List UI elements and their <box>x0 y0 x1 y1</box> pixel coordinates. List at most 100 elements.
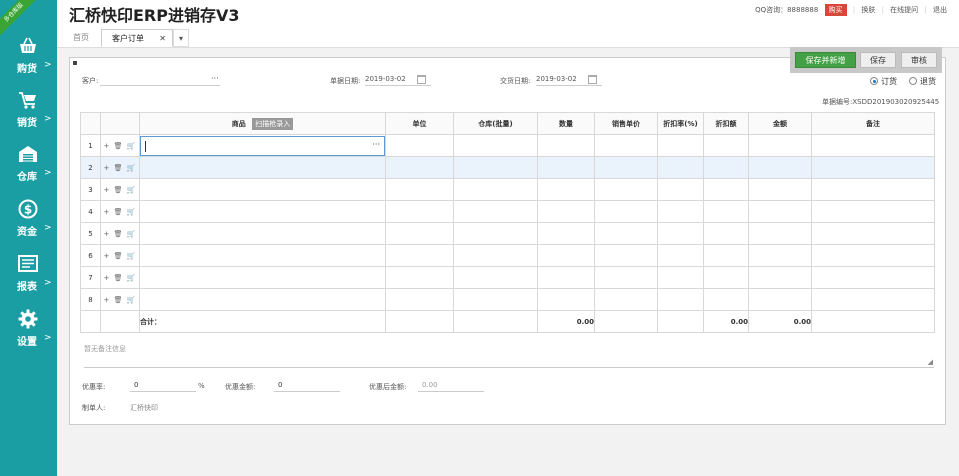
cell[interactable] <box>594 288 658 311</box>
cell[interactable] <box>703 266 749 289</box>
cell[interactable] <box>594 266 658 289</box>
tab-customer-order[interactable]: 客户订单 ✕ <box>101 29 173 47</box>
cell[interactable] <box>811 134 935 157</box>
tab-dropdown[interactable]: ▾ <box>173 29 189 47</box>
cell[interactable] <box>703 288 749 311</box>
cell[interactable] <box>537 266 595 289</box>
cell[interactable] <box>594 134 658 157</box>
cell[interactable] <box>537 222 595 245</box>
cell[interactable] <box>385 244 454 267</box>
row-actions[interactable]: + 🗑 🛒 <box>100 134 140 157</box>
cell[interactable] <box>453 200 538 223</box>
product-picker-icon[interactable]: ··· <box>372 140 380 149</box>
cell[interactable] <box>811 178 935 201</box>
discount-amount-input[interactable]: 0 <box>274 379 340 392</box>
cell[interactable] <box>748 200 812 223</box>
cell[interactable] <box>657 178 704 201</box>
logout-link[interactable]: 退出 <box>933 6 947 14</box>
save-and-new-button[interactable]: 保存并新增 <box>795 52 856 68</box>
qq-consult-link[interactable]: QQ咨询：8888888 <box>755 6 818 14</box>
cell[interactable] <box>385 288 454 311</box>
cell[interactable] <box>657 134 704 157</box>
cell[interactable] <box>594 222 658 245</box>
customer-input[interactable] <box>100 73 220 86</box>
cell[interactable] <box>537 134 595 157</box>
cell[interactable] <box>537 200 595 223</box>
cell[interactable] <box>748 156 812 179</box>
cell[interactable] <box>385 266 454 289</box>
cell[interactable] <box>811 244 935 267</box>
cell[interactable] <box>139 200 386 223</box>
cell[interactable] <box>748 134 812 157</box>
row-actions[interactable]: + 🗑 🛒 <box>100 200 140 223</box>
cell[interactable] <box>657 156 704 179</box>
cell[interactable] <box>453 288 538 311</box>
calendar-icon[interactable] <box>417 75 426 84</box>
close-icon[interactable]: ✕ <box>159 30 166 48</box>
save-button[interactable]: 保存 <box>860 52 896 68</box>
row-actions[interactable]: + 🗑 🛒 <box>100 156 140 179</box>
cell[interactable] <box>703 222 749 245</box>
cell[interactable] <box>139 156 386 179</box>
resize-handle-icon[interactable]: ◢ <box>928 358 933 366</box>
remark-textarea[interactable]: 暂无备注信息 ◢ <box>84 344 934 368</box>
cell[interactable] <box>139 266 386 289</box>
row-actions[interactable]: + 🗑 🛒 <box>100 288 140 311</box>
cell[interactable] <box>385 200 454 223</box>
cell[interactable] <box>703 156 749 179</box>
skin-link[interactable]: 换肤 <box>861 6 875 14</box>
cell[interactable] <box>139 288 386 311</box>
product-input[interactable]: ··· <box>140 135 385 156</box>
cell[interactable] <box>811 222 935 245</box>
cell[interactable] <box>453 222 538 245</box>
cell[interactable] <box>537 288 595 311</box>
sidebar-item-sales[interactable]: 销货 > <box>0 90 57 140</box>
row-actions[interactable]: + 🗑 🛒 <box>100 222 140 245</box>
order-radio[interactable] <box>870 77 878 85</box>
cell[interactable] <box>139 178 386 201</box>
cell[interactable] <box>385 156 454 179</box>
cell[interactable] <box>657 288 704 311</box>
cell[interactable] <box>537 244 595 267</box>
row-actions[interactable]: + 🗑 🛒 <box>100 178 140 201</box>
cell[interactable] <box>453 178 538 201</box>
product-cell[interactable]: ··· <box>139 134 386 157</box>
return-radio[interactable] <box>909 77 917 85</box>
cell[interactable] <box>139 222 386 245</box>
cell[interactable] <box>703 244 749 267</box>
cell[interactable] <box>657 266 704 289</box>
sidebar-item-settings[interactable]: 设置 > <box>0 309 57 359</box>
cell[interactable] <box>594 244 658 267</box>
sidebar-item-reports[interactable]: 报表 > <box>0 254 57 304</box>
cell[interactable] <box>139 244 386 267</box>
cell[interactable] <box>703 178 749 201</box>
buy-button[interactable]: 购买 <box>824 4 847 16</box>
collapse-handle[interactable] <box>73 61 77 65</box>
cell[interactable] <box>748 178 812 201</box>
cell[interactable] <box>594 178 658 201</box>
scan-entry-button[interactable]: 扫描枪录入 <box>252 117 294 130</box>
customer-picker-icon[interactable]: ··· <box>211 74 219 83</box>
cell[interactable] <box>453 266 538 289</box>
cell[interactable] <box>594 200 658 223</box>
cell[interactable] <box>453 134 538 157</box>
cell[interactable] <box>811 266 935 289</box>
cell[interactable] <box>748 244 812 267</box>
cell[interactable] <box>811 200 935 223</box>
cell[interactable] <box>811 288 935 311</box>
cell[interactable] <box>748 288 812 311</box>
row-actions[interactable]: + 🗑 🛒 <box>100 244 140 267</box>
row-actions[interactable]: + 🗑 🛒 <box>100 266 140 289</box>
online-help-link[interactable]: 在线提问 <box>890 6 918 14</box>
cell[interactable] <box>811 156 935 179</box>
cell[interactable] <box>453 156 538 179</box>
cell[interactable] <box>748 222 812 245</box>
tab-home[interactable]: 首页 <box>67 29 101 47</box>
cell[interactable] <box>748 266 812 289</box>
cell[interactable] <box>657 200 704 223</box>
sidebar-item-funds[interactable]: $ 资金 > <box>0 199 57 249</box>
cell[interactable] <box>657 244 704 267</box>
sidebar-item-warehouse[interactable]: 仓库 > <box>0 144 57 194</box>
audit-button[interactable]: 审核 <box>901 52 937 68</box>
cell[interactable] <box>537 178 595 201</box>
